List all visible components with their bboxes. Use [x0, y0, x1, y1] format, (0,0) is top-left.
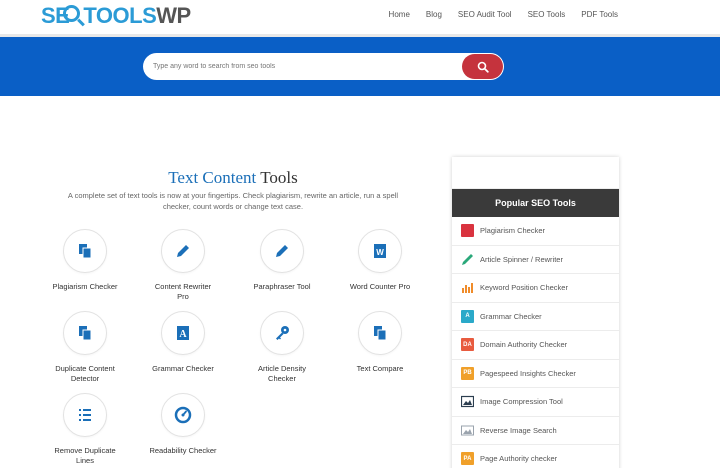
key-icon: [276, 326, 289, 340]
tool-icon-circle: [161, 393, 205, 437]
tool-icon-circle: [358, 311, 402, 355]
pen-icon: [461, 253, 474, 266]
page-title-rest: Tools: [260, 168, 298, 187]
tool-icon-circle: [63, 229, 107, 273]
copy-icon: [374, 326, 387, 341]
tool-label: Article Density Checker: [258, 364, 306, 383]
sidebar-item-grammar-checker[interactable]: A Grammar Checker: [452, 303, 619, 331]
sidebar-item-plagiarism-checker[interactable]: Plagiarism Checker: [452, 217, 619, 246]
svg-text:W: W: [376, 248, 384, 257]
tool-label: Readability Checker: [149, 446, 217, 455]
sidebar-item-label: Keyword Position Checker: [480, 283, 568, 293]
pencil-icon: [276, 245, 288, 257]
sidebar-item-label: Grammar Checker: [480, 311, 542, 321]
image-compress-icon: [461, 395, 474, 408]
sidebar-item-label: Page Authority checker: [480, 454, 558, 464]
sidebar-item-reverse-image-search[interactable]: Reverse Image Search: [452, 417, 619, 445]
sidebar-item-label: Article Spinner / Rewriter: [480, 254, 563, 264]
sidebar-item-domain-authority-checker[interactable]: DA Domain Authority Checker: [452, 331, 619, 360]
tool-icon-circle: A: [161, 311, 205, 355]
sidebar-item-image-compression-tool[interactable]: Image Compression Tool: [452, 388, 619, 417]
pencil-icon: [177, 245, 189, 257]
copy-icon: [79, 244, 92, 259]
site-header: SE TOOLS WP Home Blog SEO Audit Tool SEO…: [0, 0, 720, 34]
logo-part-2: TOOLS: [83, 3, 157, 28]
tool-icon-circle: W: [358, 229, 402, 273]
tool-icon-circle: [63, 393, 107, 437]
sidebar-item-page-authority-checker[interactable]: PA Page Authority checker: [452, 445, 619, 468]
tool-icon-circle: [161, 229, 205, 273]
pb-icon: PB: [461, 366, 474, 380]
logo-part-3: WP: [156, 3, 191, 28]
tool-readability-checker[interactable]: Readability Checker: [138, 393, 228, 456]
tool-label: Content Rewriter Pro: [154, 282, 212, 301]
word-doc-icon: W: [374, 244, 386, 258]
sidebar-item-label: Plagiarism Checker: [480, 226, 546, 236]
nav-home[interactable]: Home: [389, 10, 410, 19]
tool-icon-circle: [260, 311, 304, 355]
tool-content-rewriter-pro[interactable]: Content Rewriter Pro: [138, 229, 228, 302]
sidebar-item-label: Pagespeed Insights Checker: [480, 368, 576, 378]
gauge-icon: [174, 406, 192, 424]
grammar-a-icon: A: [177, 326, 189, 340]
tool-grammar-checker[interactable]: A Grammar Checker: [138, 311, 228, 374]
magnifier-icon: [63, 5, 80, 22]
tool-word-counter-pro[interactable]: W Word Counter Pro: [335, 229, 425, 292]
search-bar: [143, 53, 504, 80]
nav-pdf-tools[interactable]: PDF Tools: [581, 10, 618, 19]
pa-icon: PA: [461, 452, 474, 466]
tool-label: Duplicate Content Detector: [55, 364, 115, 383]
search-icon: [477, 61, 489, 73]
plagiarism-icon: [461, 224, 474, 238]
da-icon: DA: [461, 338, 474, 352]
sidebar-item-label: Image Compression Tool: [480, 397, 563, 407]
nav-seo-tools[interactable]: SEO Tools: [528, 10, 566, 19]
tool-duplicate-content-detector[interactable]: Duplicate Content Detector: [40, 311, 130, 384]
tool-label: Text Compare: [356, 364, 404, 373]
sidebar-heading: Popular SEO Tools: [452, 189, 619, 217]
grammar-icon: A: [461, 309, 474, 323]
tool-article-density-checker[interactable]: Article Density Checker: [237, 311, 327, 384]
tool-plagiarism-checker[interactable]: Plagiarism Checker: [40, 229, 130, 292]
svg-text:A: A: [179, 329, 187, 340]
image-icon: [461, 424, 474, 437]
nav-seo-audit-tool[interactable]: SEO Audit Tool: [458, 10, 512, 19]
site-logo[interactable]: SE TOOLS WP: [41, 3, 191, 29]
sidebar-item-keyword-position-checker[interactable]: Keyword Position Checker: [452, 274, 619, 303]
tool-remove-duplicate-lines[interactable]: Remove Duplicate Lines: [40, 393, 130, 466]
tool-label: Plagiarism Checker: [52, 282, 118, 291]
sidebar-item-article-spinner[interactable]: Article Spinner / Rewriter: [452, 246, 619, 274]
tool-label: Word Counter Pro: [349, 282, 411, 291]
search-banner: [0, 37, 720, 96]
tool-label: Remove Duplicate Lines: [54, 446, 116, 465]
sidebar-item-label: Domain Authority Checker: [480, 340, 568, 350]
tool-text-compare[interactable]: Text Compare: [335, 311, 425, 374]
sidebar-item-pagespeed-insights-checker[interactable]: PB Pagespeed Insights Checker: [452, 360, 619, 388]
page-title: Text Content Tools: [0, 168, 466, 188]
tool-label: Paraphraser Tool: [253, 282, 311, 291]
tool-icon-circle: [260, 229, 304, 273]
copy-icon: [79, 326, 92, 341]
list-icon: [79, 409, 91, 421]
page-title-accent: Text Content: [168, 168, 257, 187]
bar-chart-icon: [461, 281, 474, 294]
tool-icon-circle: [63, 311, 107, 355]
search-button[interactable]: [462, 54, 503, 79]
page-description: A complete set of text tools is now at y…: [67, 191, 399, 211]
popular-tools-sidebar: Popular SEO Tools Plagiarism Checker Art…: [452, 157, 619, 468]
main-nav: Home Blog SEO Audit Tool SEO Tools PDF T…: [389, 10, 720, 19]
search-input[interactable]: [153, 59, 453, 74]
nav-blog[interactable]: Blog: [426, 10, 442, 19]
sidebar-top-space: [452, 157, 619, 189]
tool-paraphraser-tool[interactable]: Paraphraser Tool: [237, 229, 327, 292]
sidebar-item-label: Reverse Image Search: [480, 425, 557, 435]
tool-label: Grammar Checker: [152, 364, 214, 373]
